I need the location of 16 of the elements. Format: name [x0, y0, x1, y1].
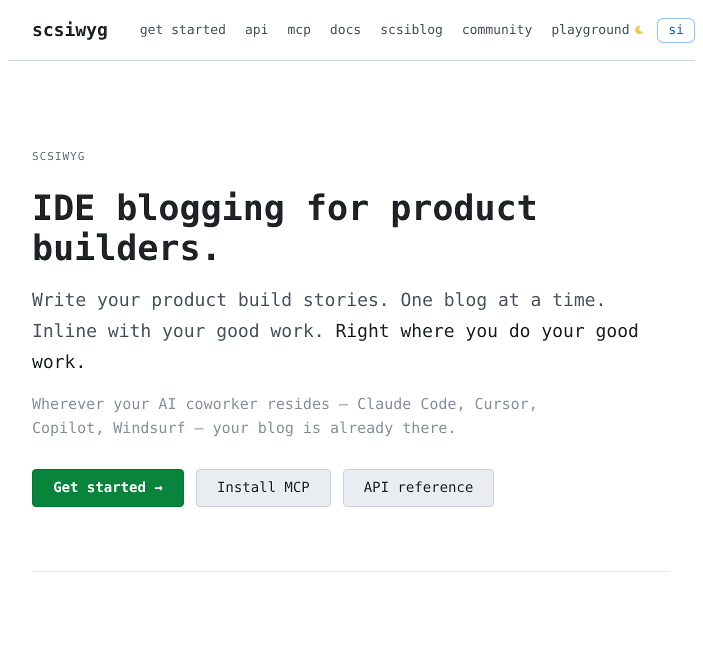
nav-link[interactable]: playground: [551, 22, 630, 38]
nav-link[interactable]: mcp: [287, 22, 311, 38]
eyebrow-label: SCSIWYG: [32, 150, 86, 163]
hero-note: Wherever your AI coworker resides — Claude Code, Cursor, Copilot, Windsurf — your blog is already there.: [32, 394, 539, 439]
nav-link[interactable]: scsiblog: [380, 22, 443, 38]
nav-link[interactable]: docs: [330, 22, 362, 38]
hero-heading: IDE blogging for product builders.: [32, 189, 539, 269]
hero-tagline: Write your product build stories. One blog at a time. Inline with your good work. Right where you do your good work.: [32, 289, 640, 375]
secondary-button[interactable]: Install MCP: [196, 469, 331, 507]
site-logo[interactable]: scsiwyg: [32, 20, 108, 40]
secondary-button[interactable]: API reference: [342, 469, 494, 507]
header-button[interactable]: si: [657, 18, 695, 42]
get-started-button[interactable]: Get started →: [32, 469, 184, 507]
nav-link[interactable]: community: [462, 22, 532, 38]
nav-link[interactable]: api: [244, 22, 268, 38]
nav-link[interactable]: get started: [140, 22, 226, 38]
